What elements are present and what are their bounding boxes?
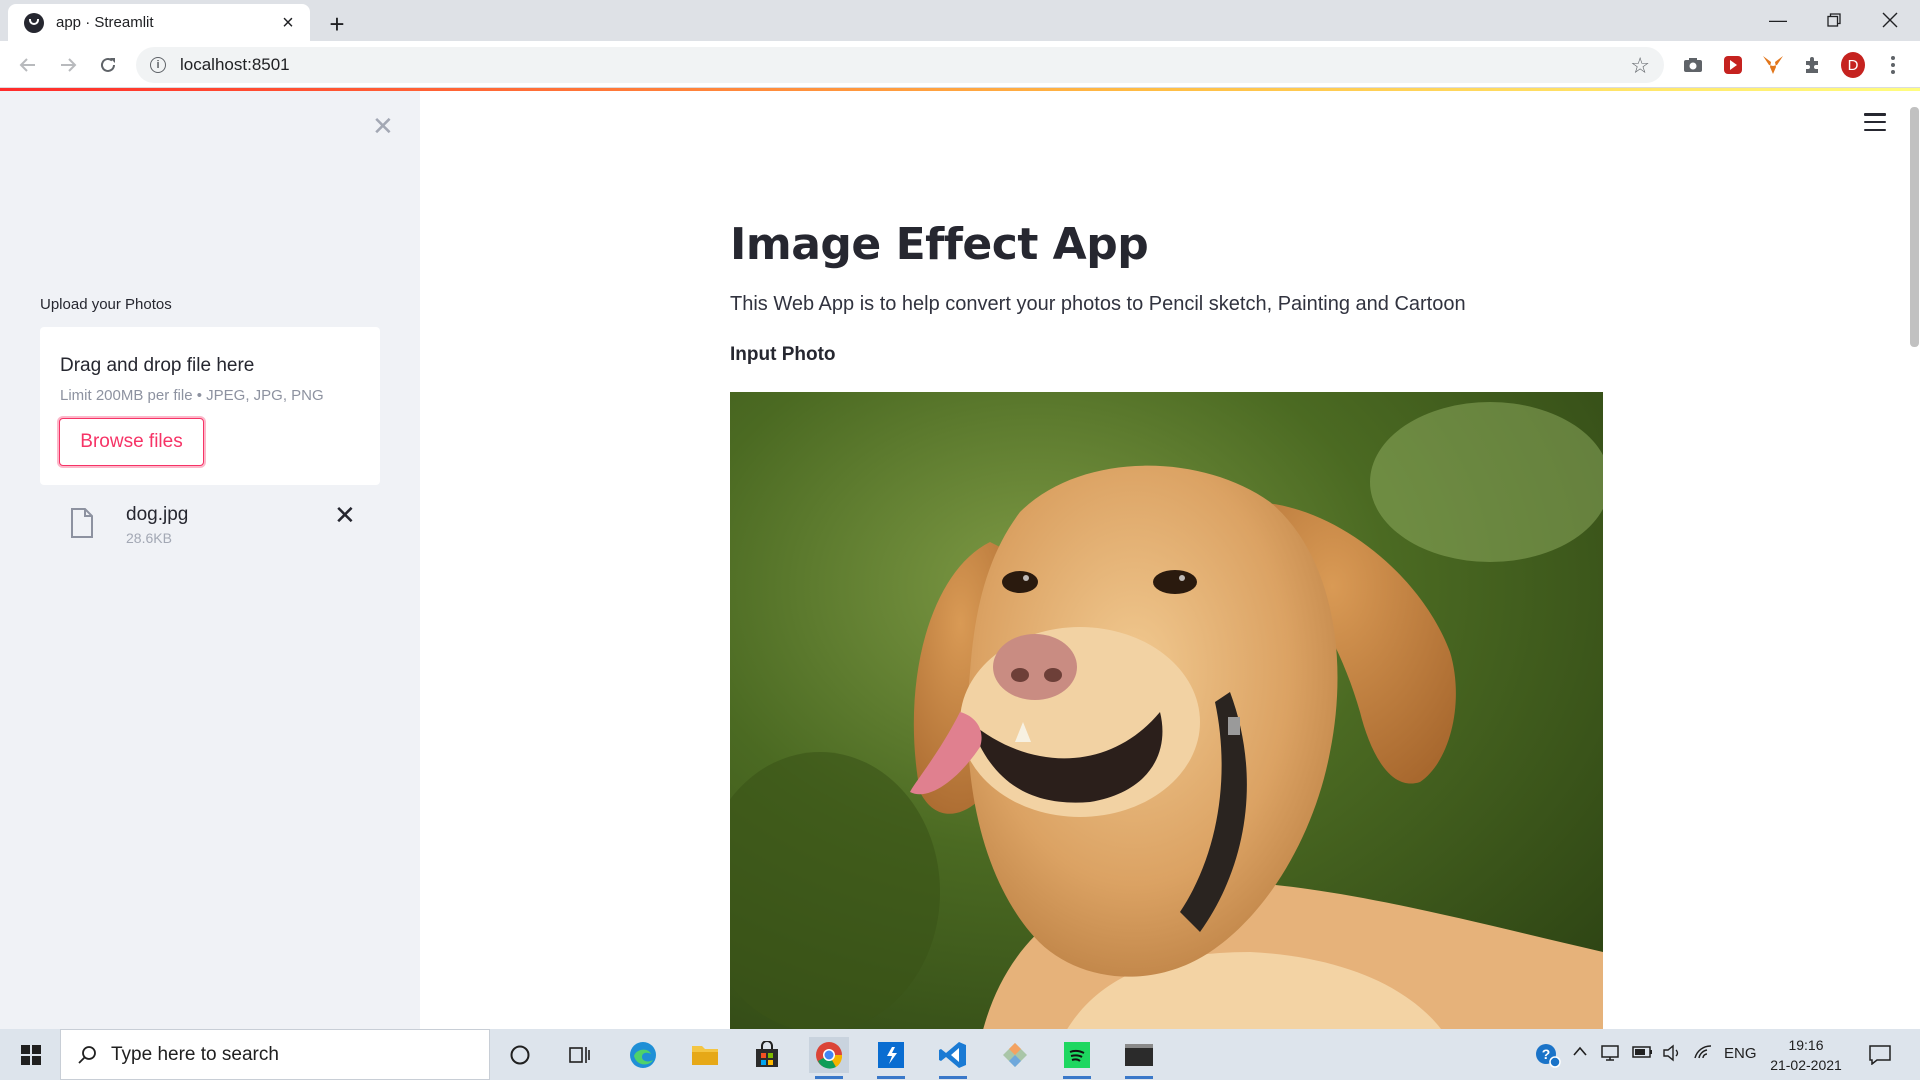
hamburger-menu-icon[interactable] [1864,113,1886,131]
new-tab-icon[interactable]: + [322,9,352,39]
close-window-icon[interactable] [1862,0,1918,40]
notifications-icon[interactable] [1860,1037,1900,1073]
volume-icon[interactable] [1662,1044,1682,1066]
page-description: This Web App is to help convert your pho… [730,293,1466,315]
file-name: dog.jpg [126,504,189,525]
file-icon [71,508,93,538]
profile-avatar[interactable]: D [1841,52,1865,78]
cortana-icon[interactable] [500,1037,540,1073]
metamask-fox-icon[interactable] [1761,53,1785,77]
browser-tab[interactable]: app · Streamlit × [8,4,310,41]
svg-text:?: ? [1542,1046,1551,1062]
store-icon[interactable] [747,1037,787,1073]
taskbar-search-placeholder: Type here to search [111,1043,279,1065]
edge-browser-icon[interactable] [623,1037,663,1073]
clock-date: 21-02-2021 [1770,1057,1842,1073]
input-photo-label: Input Photo [730,344,836,365]
video-extension-icon[interactable] [1721,53,1745,77]
uploader-label: Upload your Photos [40,296,172,313]
taskbar-search-box[interactable]: Type here to search [60,1029,490,1080]
bookmark-star-icon[interactable]: ☆ [1630,53,1650,79]
network-adapter-icon[interactable] [1600,1044,1620,1066]
streamlit-favicon-icon [24,12,44,33]
address-bar[interactable]: i localhost:8501 ☆ [136,47,1664,83]
scrollbar-thumb[interactable] [1910,107,1919,347]
wifi-icon[interactable] [1693,1044,1713,1064]
taskbar-clock[interactable]: 19:16 21-02-2021 [1766,1035,1846,1075]
browse-files-button[interactable]: Browse files [59,418,204,466]
reload-icon[interactable] [92,49,124,81]
dropzone-title: Drag and drop file here [60,355,255,376]
restore-icon[interactable] [1806,0,1862,40]
browser-toolbar: i localhost:8501 ☆ D [0,41,1920,88]
input-photo-dog [730,392,1603,1029]
site-info-icon[interactable]: i [150,57,166,73]
page-title: Image Effect App [730,219,1149,270]
show-hidden-icons-icon[interactable] [1572,1044,1588,1061]
git-tool-icon[interactable] [995,1037,1035,1073]
sidebar-close-icon[interactable]: ✕ [372,111,394,142]
tab-close-icon[interactable]: × [278,13,298,33]
uploaded-file-row: dog.jpg 28.6KB ✕ [40,496,380,556]
url-text: localhost:8501 [180,55,290,74]
clock-time: 19:16 [1788,1037,1824,1053]
search-icon [78,1045,96,1064]
main-content: Image Effect App This Web App is to help… [420,91,1920,1029]
powershell-icon[interactable] [871,1037,911,1079]
windows-start-icon[interactable] [10,1041,52,1069]
terminal-icon[interactable] [1119,1037,1159,1079]
browser-tabstrip: app · Streamlit × + — [0,0,1920,41]
windows-taskbar: Type here to search ? ENG 19:16 21-02-20… [0,1029,1920,1080]
forward-icon[interactable] [52,49,84,81]
chrome-icon[interactable] [809,1037,849,1079]
tab-title: app · Streamlit [56,14,154,31]
task-view-icon[interactable] [560,1037,600,1073]
minimize-icon[interactable]: — [1750,0,1806,40]
file-explorer-icon[interactable] [685,1037,725,1073]
input-language[interactable]: ENG [1724,1045,1757,1062]
file-dropzone[interactable]: Drag and drop file here Limit 200MB per … [40,327,380,485]
sidebar: ✕ Upload your Photos Drag and drop file … [0,91,420,1029]
help-icon[interactable]: ? [1528,1037,1568,1073]
profile-initial: D [1841,52,1865,78]
dropzone-limit: Limit 200MB per file • JPEG, JPG, PNG [60,387,324,404]
vscode-icon[interactable] [933,1037,973,1079]
camera-extension-icon[interactable] [1681,53,1705,77]
remove-file-icon[interactable]: ✕ [334,500,356,531]
browser-menu-icon[interactable] [1881,53,1905,77]
extensions-puzzle-icon[interactable] [1801,53,1825,77]
spotify-icon[interactable] [1057,1037,1097,1079]
back-icon[interactable] [12,49,44,81]
file-size: 28.6KB [126,530,172,546]
battery-icon[interactable] [1632,1044,1654,1064]
